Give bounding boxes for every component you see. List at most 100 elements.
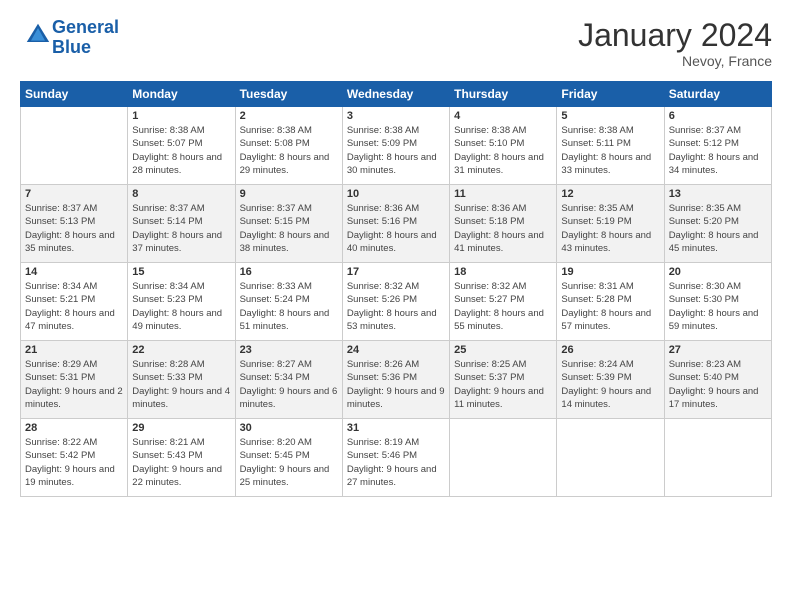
daylight: Daylight: 8 hours and 55 minutes.: [454, 307, 552, 334]
sunrise: Sunrise: 8:22 AM: [25, 436, 123, 449]
sunrise: Sunrise: 8:38 AM: [454, 124, 552, 137]
daylight: Daylight: 8 hours and 45 minutes.: [669, 229, 767, 256]
sunrise: Sunrise: 8:32 AM: [347, 280, 445, 293]
day-number: 4: [454, 110, 552, 122]
sunset: Sunset: 5:46 PM: [347, 449, 445, 462]
col-sunday: Sunday: [21, 82, 128, 107]
sunrise: Sunrise: 8:38 AM: [132, 124, 230, 137]
day-info: Sunrise: 8:29 AM Sunset: 5:31 PM Dayligh…: [25, 358, 123, 411]
day-number: 16: [240, 266, 338, 278]
sunrise: Sunrise: 8:35 AM: [669, 202, 767, 215]
logo: General Blue: [20, 18, 119, 58]
day-info: Sunrise: 8:34 AM Sunset: 5:23 PM Dayligh…: [132, 280, 230, 333]
sunrise: Sunrise: 8:37 AM: [25, 202, 123, 215]
sunrise: Sunrise: 8:23 AM: [669, 358, 767, 371]
calendar-cell: [664, 419, 771, 497]
day-info: Sunrise: 8:19 AM Sunset: 5:46 PM Dayligh…: [347, 436, 445, 489]
calendar-cell: 20 Sunrise: 8:30 AM Sunset: 5:30 PM Dayl…: [664, 263, 771, 341]
sunset: Sunset: 5:28 PM: [561, 293, 659, 306]
calendar-cell: 24 Sunrise: 8:26 AM Sunset: 5:36 PM Dayl…: [342, 341, 449, 419]
calendar-week-2: 7 Sunrise: 8:37 AM Sunset: 5:13 PM Dayli…: [21, 185, 772, 263]
col-saturday: Saturday: [664, 82, 771, 107]
day-number: 9: [240, 188, 338, 200]
title-block: January 2024 Nevoy, France: [578, 18, 772, 69]
daylight: Daylight: 8 hours and 59 minutes.: [669, 307, 767, 334]
calendar-week-3: 14 Sunrise: 8:34 AM Sunset: 5:21 PM Dayl…: [21, 263, 772, 341]
day-number: 7: [25, 188, 123, 200]
daylight: Daylight: 8 hours and 28 minutes.: [132, 151, 230, 178]
day-number: 5: [561, 110, 659, 122]
day-number: 22: [132, 344, 230, 356]
daylight: Daylight: 9 hours and 4 minutes.: [132, 385, 230, 412]
day-info: Sunrise: 8:33 AM Sunset: 5:24 PM Dayligh…: [240, 280, 338, 333]
sunrise: Sunrise: 8:34 AM: [132, 280, 230, 293]
day-info: Sunrise: 8:22 AM Sunset: 5:42 PM Dayligh…: [25, 436, 123, 489]
day-info: Sunrise: 8:28 AM Sunset: 5:33 PM Dayligh…: [132, 358, 230, 411]
day-number: 20: [669, 266, 767, 278]
sunset: Sunset: 5:37 PM: [454, 371, 552, 384]
daylight: Daylight: 9 hours and 19 minutes.: [25, 463, 123, 490]
sunrise: Sunrise: 8:31 AM: [561, 280, 659, 293]
calendar-cell: 21 Sunrise: 8:29 AM Sunset: 5:31 PM Dayl…: [21, 341, 128, 419]
page: General Blue January 2024 Nevoy, France …: [0, 0, 792, 507]
day-info: Sunrise: 8:25 AM Sunset: 5:37 PM Dayligh…: [454, 358, 552, 411]
day-number: 28: [25, 422, 123, 434]
day-number: 1: [132, 110, 230, 122]
sunrise: Sunrise: 8:37 AM: [669, 124, 767, 137]
logo-blue: Blue: [52, 37, 91, 57]
col-monday: Monday: [128, 82, 235, 107]
day-number: 27: [669, 344, 767, 356]
sunset: Sunset: 5:09 PM: [347, 137, 445, 150]
calendar-cell: [557, 419, 664, 497]
sunrise: Sunrise: 8:38 AM: [347, 124, 445, 137]
sunset: Sunset: 5:16 PM: [347, 215, 445, 228]
day-info: Sunrise: 8:38 AM Sunset: 5:10 PM Dayligh…: [454, 124, 552, 177]
sunset: Sunset: 5:08 PM: [240, 137, 338, 150]
sunset: Sunset: 5:42 PM: [25, 449, 123, 462]
sunset: Sunset: 5:24 PM: [240, 293, 338, 306]
sunrise: Sunrise: 8:25 AM: [454, 358, 552, 371]
sunrise: Sunrise: 8:37 AM: [240, 202, 338, 215]
month-title: January 2024: [578, 18, 772, 53]
day-info: Sunrise: 8:21 AM Sunset: 5:43 PM Dayligh…: [132, 436, 230, 489]
calendar-cell: 25 Sunrise: 8:25 AM Sunset: 5:37 PM Dayl…: [450, 341, 557, 419]
daylight: Daylight: 8 hours and 34 minutes.: [669, 151, 767, 178]
calendar-cell: 6 Sunrise: 8:37 AM Sunset: 5:12 PM Dayli…: [664, 107, 771, 185]
sunset: Sunset: 5:23 PM: [132, 293, 230, 306]
calendar-week-5: 28 Sunrise: 8:22 AM Sunset: 5:42 PM Dayl…: [21, 419, 772, 497]
daylight: Daylight: 9 hours and 17 minutes.: [669, 385, 767, 412]
daylight: Daylight: 8 hours and 43 minutes.: [561, 229, 659, 256]
sunrise: Sunrise: 8:37 AM: [132, 202, 230, 215]
sunset: Sunset: 5:15 PM: [240, 215, 338, 228]
sunrise: Sunrise: 8:26 AM: [347, 358, 445, 371]
day-info: Sunrise: 8:38 AM Sunset: 5:07 PM Dayligh…: [132, 124, 230, 177]
logo-text: General Blue: [52, 18, 119, 58]
sunrise: Sunrise: 8:21 AM: [132, 436, 230, 449]
day-info: Sunrise: 8:24 AM Sunset: 5:39 PM Dayligh…: [561, 358, 659, 411]
sunrise: Sunrise: 8:35 AM: [561, 202, 659, 215]
calendar-cell: 23 Sunrise: 8:27 AM Sunset: 5:34 PM Dayl…: [235, 341, 342, 419]
sunrise: Sunrise: 8:29 AM: [25, 358, 123, 371]
calendar-cell: 10 Sunrise: 8:36 AM Sunset: 5:16 PM Dayl…: [342, 185, 449, 263]
calendar-cell: [21, 107, 128, 185]
sunset: Sunset: 5:36 PM: [347, 371, 445, 384]
calendar-cell: 9 Sunrise: 8:37 AM Sunset: 5:15 PM Dayli…: [235, 185, 342, 263]
sunset: Sunset: 5:11 PM: [561, 137, 659, 150]
calendar-cell: 5 Sunrise: 8:38 AM Sunset: 5:11 PM Dayli…: [557, 107, 664, 185]
sunset: Sunset: 5:40 PM: [669, 371, 767, 384]
day-number: 14: [25, 266, 123, 278]
calendar-cell: 27 Sunrise: 8:23 AM Sunset: 5:40 PM Dayl…: [664, 341, 771, 419]
sunset: Sunset: 5:39 PM: [561, 371, 659, 384]
day-number: 2: [240, 110, 338, 122]
day-number: 3: [347, 110, 445, 122]
daylight: Daylight: 9 hours and 11 minutes.: [454, 385, 552, 412]
daylight: Daylight: 8 hours and 47 minutes.: [25, 307, 123, 334]
daylight: Daylight: 9 hours and 2 minutes.: [25, 385, 123, 412]
daylight: Daylight: 9 hours and 25 minutes.: [240, 463, 338, 490]
day-info: Sunrise: 8:20 AM Sunset: 5:45 PM Dayligh…: [240, 436, 338, 489]
day-info: Sunrise: 8:37 AM Sunset: 5:12 PM Dayligh…: [669, 124, 767, 177]
daylight: Daylight: 8 hours and 31 minutes.: [454, 151, 552, 178]
daylight: Daylight: 8 hours and 49 minutes.: [132, 307, 230, 334]
sunset: Sunset: 5:18 PM: [454, 215, 552, 228]
day-number: 31: [347, 422, 445, 434]
